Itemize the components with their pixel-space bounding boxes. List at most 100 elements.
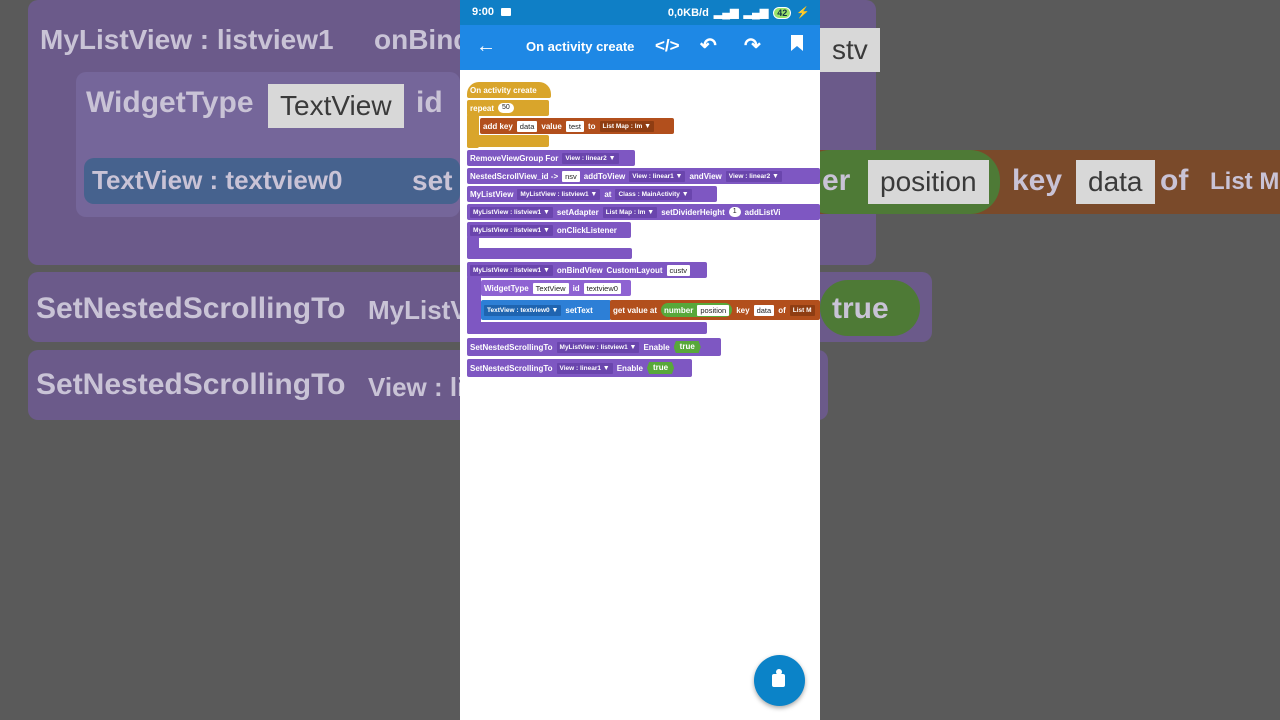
redo-icon[interactable]: ↷	[744, 33, 761, 58]
repeat-count-field[interactable]: 50	[498, 103, 514, 113]
repeat-label: repeat	[470, 103, 495, 113]
key-label: key	[736, 305, 750, 315]
set-nested-2-block[interactable]: SetNestedScrollingTo View : linear1 ▼ En…	[467, 359, 692, 377]
mylistview-label: MyListView	[470, 189, 514, 199]
bg-position: position	[868, 160, 989, 204]
settext-block[interactable]: TextView : textview0 ▼ setText	[481, 300, 611, 320]
listm-dropdown[interactable]: List M	[789, 304, 815, 316]
value-field[interactable]: test	[565, 120, 584, 132]
bg-tv: TextView : textview0	[92, 165, 343, 195]
bg-true: true	[832, 292, 889, 325]
on-bind-label: onBindView	[556, 265, 603, 275]
set-nested-label-1: SetNestedScrollingTo	[470, 342, 553, 352]
remove-viewgroup-block[interactable]: RemoveViewGroup For View : linear2 ▼	[467, 150, 635, 166]
app-bar: ← On activity create </> ↶ ↷	[460, 25, 820, 70]
true-block-1[interactable]: true	[673, 341, 701, 353]
status-right: 0,0KB/d ▂▄▆ ▂▄▆ 42 ⚡	[668, 6, 810, 19]
true-block-2[interactable]: true	[646, 362, 675, 374]
to-label: to	[587, 121, 596, 131]
add-block-fab[interactable]	[754, 655, 805, 706]
class-dropdown[interactable]: Class : MainActivity ▼	[615, 188, 692, 200]
remove-label: RemoveViewGroup For	[470, 153, 559, 163]
arrow-left-icon[interactable]: ←	[476, 35, 496, 58]
textview-dropdown[interactable]: TextView : textview0 ▼	[484, 304, 562, 316]
on-bind-view-block[interactable]: MyListView : listview1 ▼ onBindView Cust…	[467, 262, 707, 278]
bg-er: er	[822, 164, 851, 197]
bookmark-icon[interactable]	[790, 34, 804, 57]
bg-onbind: onBind	[374, 24, 471, 55]
get-value-block[interactable]: get value at number position key data of…	[610, 300, 820, 320]
widget-type-label: WidgetType	[484, 283, 529, 293]
custom-layout-field[interactable]: custv	[666, 264, 691, 276]
repeat-block[interactable]: repeat 50	[467, 100, 549, 116]
id-label: id	[572, 283, 580, 293]
custom-layout-label: CustomLayout	[606, 265, 663, 275]
on-bind-foot	[467, 322, 707, 334]
mlv-dropdown-4[interactable]: MyListView : listview1 ▼	[470, 264, 553, 276]
number-label: number	[664, 305, 694, 315]
on-click-block[interactable]: MyListView : listview1 ▼ onClickListener	[467, 222, 631, 238]
get-value-label: get value at	[613, 305, 658, 315]
nested-scrollview-block[interactable]: NestedScrollView_id -> nsv addToView Vie…	[467, 168, 820, 184]
video-camera-icon	[501, 8, 511, 16]
listmap-dropdown[interactable]: List Map : lm ▼	[599, 120, 655, 132]
set-nested-1-block[interactable]: SetNestedScrollingTo MyListView : listvi…	[467, 338, 721, 356]
listmap-lm-dropdown[interactable]: List Map : lm ▼	[602, 206, 658, 218]
repeat-foot	[467, 135, 549, 147]
number-block[interactable]: number position	[661, 303, 733, 317]
on-click-label: onClickListener	[556, 225, 617, 235]
charging-icon: ⚡	[796, 7, 810, 19]
value-label: value	[541, 121, 562, 131]
add-list-view-label: addListVi	[744, 207, 781, 217]
undo-icon[interactable]: ↶	[700, 33, 717, 58]
set-text-label: setText	[565, 305, 593, 315]
nsv-field[interactable]: nsv	[562, 170, 580, 182]
set-adapter-block[interactable]: MyListView : listview1 ▼ setAdapter List…	[467, 204, 820, 220]
widget-type-block[interactable]: WidgetType TextView id textview0	[481, 280, 631, 296]
bg-widget: WidgetType	[86, 86, 254, 119]
signal-icon-2: ▂▄▆	[743, 7, 769, 19]
signal-icon: ▂▄▆	[713, 7, 739, 19]
view-linear2-dropdown-2[interactable]: View : linear2 ▼	[725, 170, 782, 182]
divider-field[interactable]: 1	[728, 207, 741, 217]
set-adapter-label: setAdapter	[556, 207, 599, 217]
of-label: of	[778, 305, 786, 315]
event-block[interactable]: On activity create	[467, 82, 551, 98]
code-icon[interactable]: </>	[655, 36, 680, 56]
id-field[interactable]: textview0	[583, 282, 621, 294]
key-field[interactable]: data	[753, 304, 775, 316]
and-view-label: andView	[689, 171, 722, 181]
add-key-block[interactable]: add key data value test to List Map : lm…	[480, 118, 674, 134]
at-label: at	[604, 189, 612, 199]
mylistview-block[interactable]: MyListView MyListView : listview1 ▼ at C…	[467, 186, 717, 202]
bg-stv: stv	[820, 28, 880, 72]
position-field[interactable]: position	[697, 304, 730, 316]
phone-screen: 9:00 0,0KB/d ▂▄▆ ▂▄▆ 42 ⚡ ← On activity …	[460, 0, 820, 720]
view-linear2-dropdown[interactable]: View : linear2 ▼	[562, 152, 619, 164]
bg-data: data	[1076, 160, 1155, 204]
on-click-foot	[467, 248, 632, 259]
view-linear1-dropdown-2[interactable]: View : linear1 ▼	[556, 362, 613, 374]
block-canvas[interactable]: On activity create repeat 50 add key dat…	[460, 70, 820, 720]
bg-viewli: View : li	[368, 372, 465, 402]
enable-label-2: Enable	[616, 363, 643, 373]
status-bar: 9:00 0,0KB/d ▂▄▆ ▂▄▆ 42 ⚡	[460, 0, 820, 25]
bg-set: set	[412, 165, 453, 196]
bg-setnested1: SetNestedScrollingTo	[36, 292, 346, 325]
nested-label: NestedScrollView_id ->	[470, 171, 559, 181]
bg-listm: List M	[1210, 168, 1280, 195]
set-nested-label-2: SetNestedScrollingTo	[470, 363, 553, 373]
bg-of: of	[1160, 164, 1189, 197]
mlv-dropdown-2[interactable]: MyListView : listview1 ▼	[470, 206, 553, 218]
mlv-dropdown-3[interactable]: MyListView : listview1 ▼	[470, 224, 553, 236]
bg-id: id	[416, 86, 443, 119]
net-speed: 0,0KB/d	[667, 6, 709, 19]
bg-mylistv: MyListV	[368, 295, 468, 325]
widget-type-field[interactable]: TextView	[532, 282, 569, 294]
add-key-field[interactable]: data	[516, 120, 538, 132]
event-label: On activity create	[470, 85, 537, 95]
view-linear1-dropdown[interactable]: View : linear1 ▼	[629, 170, 686, 182]
puzzle-knob	[776, 669, 782, 675]
mlv-dropdown[interactable]: MyListView : listview1 ▼	[517, 188, 601, 200]
mlv-dropdown-5[interactable]: MyListView : listview1 ▼	[556, 341, 640, 353]
